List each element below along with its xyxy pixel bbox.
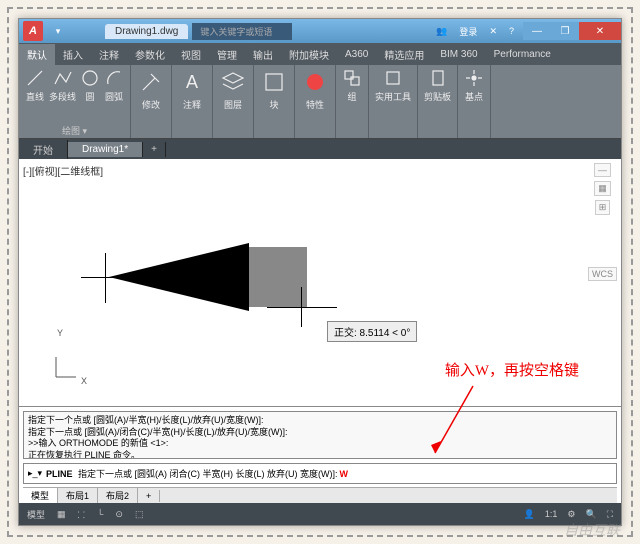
tab-insert[interactable]: 插入 <box>55 44 91 65</box>
viewport-controls: — ▦ ⊞ WCS <box>588 163 617 281</box>
wcs-label: WCS <box>588 267 617 281</box>
tool-clipboard[interactable]: 剪贴板 <box>424 68 451 103</box>
crosshair-h2 <box>267 307 337 308</box>
user-icon[interactable]: 👥 <box>433 26 450 37</box>
ortho-icon[interactable]: └ <box>95 509 105 519</box>
ribbon-tabs: 默认 插入 注释 参数化 视图 管理 输出 附加模块 A360 精选应用 BIM… <box>19 43 621 65</box>
osnap-icon[interactable]: ⬚ <box>133 509 146 520</box>
svg-text:A: A <box>186 72 198 92</box>
app-icon[interactable]: A <box>23 21 43 41</box>
annotation-arrow-icon <box>423 381 483 461</box>
tab-default[interactable]: 默认 <box>19 44 55 65</box>
command-line-input[interactable]: ▸_▾ PLINE 指定下一点或 [圆弧(A) 闭合(C) 半宽(H) 长度(L… <box>23 463 617 484</box>
scale-icon[interactable]: 1:1 <box>543 509 560 519</box>
tab-start[interactable]: 开始 <box>19 140 68 159</box>
drawing-rect <box>249 247 307 307</box>
panel-layer: 图层 <box>213 65 254 138</box>
panel-draw: 直线 多段线 圆 圆弧 绘图 ▾ <box>19 65 131 138</box>
zoom-icon[interactable]: 🔍 <box>583 509 598 520</box>
layout-2[interactable]: 布局2 <box>98 488 138 503</box>
tool-block[interactable]: 块 <box>260 68 288 111</box>
command-history: 指定下一个点或 [圆弧(A)/半宽(H)/长度(L)/放弃(U)/宽度(W)]:… <box>23 411 617 459</box>
tab-parametric[interactable]: 参数化 <box>127 44 173 65</box>
close-button[interactable]: ✕ <box>579 22 621 40</box>
status-model[interactable]: 模型 <box>25 508 47 521</box>
panel-draw-label: 绘图 ▾ <box>62 122 87 137</box>
vp-minus-icon[interactable]: — <box>594 163 611 177</box>
crosshair-v2 <box>301 287 302 327</box>
vp-nav-icon[interactable]: ⊞ <box>595 200 611 215</box>
panel-group: 组 <box>336 65 369 138</box>
panel-modify: 修改 <box>131 65 172 138</box>
input-tooltip: 正交: 8.5114 < 0° <box>327 321 417 342</box>
viewcube-icon[interactable]: ▦ <box>594 181 611 196</box>
status-bar: 模型 ▦ ⸬ └ ⊙ ⬚ 👤 1:1 ⚙ 🔍 ⛶ <box>19 503 621 525</box>
minimize-button[interactable]: — <box>523 22 551 40</box>
tab-view[interactable]: 视图 <box>173 44 209 65</box>
viewport-label[interactable]: [-][俯视][二维线框] <box>23 163 103 178</box>
help-icon[interactable]: ? <box>506 26 517 36</box>
qat-dropdown-icon[interactable]: ▾ <box>51 24 65 38</box>
fullscreen-icon[interactable]: ⛶ <box>605 509 615 520</box>
help-search-input[interactable]: 键入关键字或短语 <box>192 23 292 40</box>
tab-new-icon[interactable]: + <box>143 142 166 157</box>
crosshair-h1 <box>81 277 131 278</box>
tool-circle[interactable]: 圆 <box>80 68 100 103</box>
panel-utilities: 实用工具 <box>369 65 418 138</box>
tool-annotate[interactable]: A注释 <box>178 68 206 111</box>
tab-bim360[interactable]: BIM 360 <box>432 46 485 63</box>
maximize-button[interactable]: ❐ <box>551 22 579 40</box>
tab-drawing1[interactable]: Drawing1* <box>68 142 143 157</box>
tool-utilities[interactable]: 实用工具 <box>375 68 411 103</box>
tab-a360[interactable]: A360 <box>337 46 376 63</box>
tab-addins[interactable]: 附加模块 <box>281 44 337 65</box>
exchange-icon[interactable]: ✕ <box>486 26 500 37</box>
panel-annotate: A注释 <box>172 65 213 138</box>
ucs-icon: Y X <box>51 352 81 384</box>
document-title: Drawing1.dwg <box>105 24 188 39</box>
login-link[interactable]: 登录 <box>456 25 480 38</box>
tool-modify[interactable]: 修改 <box>137 68 165 111</box>
annotation-text: 输入W，再按空格键 <box>445 359 579 380</box>
gear-icon[interactable]: ⚙ <box>565 509 577 520</box>
polar-icon[interactable]: ⊙ <box>113 509 125 520</box>
snap-icon[interactable]: ⸬ <box>76 508 87 521</box>
ribbon: 直线 多段线 圆 圆弧 绘图 ▾ 修改 A注释 图层 块 特性 组 实用工具 剪… <box>19 65 621 139</box>
tool-group[interactable]: 组 <box>342 68 362 103</box>
panel-block: 块 <box>254 65 295 138</box>
title-bar: A ▾ Drawing1.dwg 键入关键字或短语 👥 登录 ✕ ? — ❐ ✕ <box>19 19 621 43</box>
tab-featured[interactable]: 精选应用 <box>376 44 432 65</box>
tool-line[interactable]: 直线 <box>25 68 45 103</box>
file-tabs: 开始 Drawing1* + <box>19 139 621 159</box>
quick-access-toolbar: ▾ <box>51 24 65 38</box>
crosshair-v1 <box>105 253 106 303</box>
tab-output[interactable]: 输出 <box>245 44 281 65</box>
tool-properties[interactable]: 特性 <box>301 68 329 111</box>
grid-icon[interactable]: ▦ <box>55 509 68 520</box>
layout-1[interactable]: 布局1 <box>58 488 98 503</box>
tool-arc[interactable]: 圆弧 <box>104 68 124 103</box>
layout-tabs: 模型 布局1 布局2 + <box>23 487 617 503</box>
tool-polyline[interactable]: 多段线 <box>49 68 76 103</box>
command-input-value: W <box>339 469 348 479</box>
tool-basepoint[interactable]: 基点 <box>464 68 484 103</box>
layout-add-icon[interactable]: + <box>138 490 160 502</box>
tab-manage[interactable]: 管理 <box>209 44 245 65</box>
status-user-icon[interactable]: 👤 <box>522 509 537 520</box>
tool-layer[interactable]: 图层 <box>219 68 247 111</box>
panel-base: 基点 <box>458 65 491 138</box>
drawing-canvas[interactable]: [-][俯视][二维线框] — ▦ ⊞ WCS 正交: 8.5114 < 0° … <box>19 159 621 407</box>
panel-properties: 特性 <box>295 65 336 138</box>
tab-performance[interactable]: Performance <box>486 46 559 63</box>
panel-clipboard: 剪贴板 <box>418 65 458 138</box>
tab-annotate[interactable]: 注释 <box>91 44 127 65</box>
layout-model[interactable]: 模型 <box>23 488 58 503</box>
